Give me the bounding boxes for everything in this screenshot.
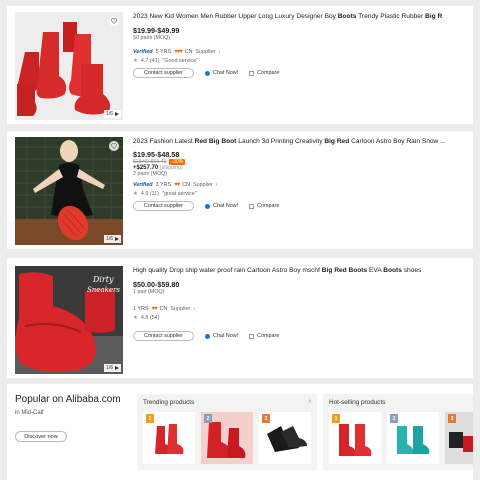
star-icon: ★ (133, 58, 138, 64)
product-title[interactable]: High quality Drop ship water proof rain … (133, 266, 467, 275)
verified-badge[interactable]: Verified (133, 49, 153, 55)
chat-icon (204, 70, 210, 76)
image-pager[interactable]: 1/6 (104, 235, 121, 243)
pager-count: 1/6 (106, 365, 113, 371)
popular-title: Popular on Alibaba.com (15, 394, 121, 405)
compare-checkbox[interactable]: Compare (249, 70, 279, 76)
product-image[interactable]: Dirty Sneakers 1/6 (15, 266, 123, 374)
supplier-rating: 4.9 (11) (140, 191, 160, 197)
trending-products-panel: Trending products › 1 2 3 (137, 394, 317, 470)
video-play-icon (115, 237, 119, 241)
star-icon: ★ (133, 315, 138, 321)
supplier-link[interactable]: Supplier (196, 49, 216, 55)
rank-badge: 2 (390, 414, 398, 423)
chat-now-button[interactable]: Chat Now! (199, 203, 244, 209)
big-red-boot-image: Dirty Sneakers (15, 266, 123, 374)
chevron-right-icon: › (218, 49, 221, 55)
chat-now-button[interactable]: Chat Now! (199, 333, 244, 339)
contact-supplier-button[interactable]: Contact supplier (133, 68, 194, 78)
red-boots-image (15, 12, 123, 120)
supplier-years: 1 YRS (133, 306, 149, 312)
pager-count: 1/6 (106, 111, 113, 117)
rank-badge: 3 (262, 414, 270, 423)
product-card: Dirty Sneakers 1/6 High quality Drop shi… (7, 258, 473, 378)
chat-icon (204, 203, 210, 209)
popular-section: Popular on Alibaba.com in Mid-Calf Disco… (7, 384, 473, 480)
favorite-heart-icon[interactable] (109, 16, 119, 26)
product-title[interactable]: 2023 New Kid Women Men Rubber Upper Long… (133, 12, 467, 21)
supplier-link[interactable]: Supplier (170, 306, 190, 312)
supplier-medal-icons: ♥♥ (174, 182, 180, 188)
product-price: $19.95-$48.58 (133, 150, 180, 159)
review-tag: "great service" (162, 191, 197, 197)
discover-now-button[interactable]: Discover now (15, 431, 67, 442)
supplier-medal-icons: ♥♥ (151, 306, 157, 312)
min-order: 1 pair (MOQ) (133, 289, 165, 295)
compare-checkbox[interactable]: Compare (249, 203, 279, 209)
checkbox-icon (249, 203, 255, 209)
supplier-medal-icons: ♥♥♥ (174, 49, 183, 55)
panel-title[interactable]: Hot-selling products (329, 399, 385, 406)
product-price: $19.99-$49.99 (133, 26, 180, 35)
contact-supplier-button[interactable]: Contact supplier (133, 201, 194, 211)
trending-tile[interactable]: 2 (201, 412, 253, 464)
supplier-country: CN (184, 49, 193, 55)
svg-text:Sneakers: Sneakers (87, 286, 120, 294)
checkbox-icon (249, 333, 255, 339)
panel-title[interactable]: Trending products (143, 399, 194, 406)
rank-badge: 1 (146, 414, 154, 423)
chevron-right-icon[interactable]: › (309, 398, 311, 405)
checkbox-icon (249, 70, 255, 76)
pager-count: 1/6 (106, 236, 113, 242)
hot-selling-tile[interactable]: 1 (329, 412, 381, 464)
product-card: 1/6 2023 Fashion Latest Red Big Boot Lau… (7, 131, 473, 249)
min-order: 2 pairs (MOQ) (133, 171, 168, 177)
hot-selling-panel: Hot-selling products 1 2 3 (323, 394, 473, 470)
popular-subtitle: in Mid-Calf (15, 410, 44, 416)
model-with-red-boot-image (15, 137, 123, 245)
contact-supplier-button[interactable]: Contact supplier (133, 331, 194, 341)
image-pager[interactable]: 1/6 (104, 364, 121, 372)
supplier-rating: 4.7 (41) (140, 58, 160, 64)
verified-badge[interactable]: Verified (133, 182, 153, 188)
favorite-heart-icon[interactable] (109, 141, 119, 151)
supplier-rating: 4.8 (54) (140, 315, 160, 321)
trending-tile[interactable]: 1 (143, 412, 195, 464)
supplier-country: CN (159, 306, 168, 312)
chat-icon (204, 333, 210, 339)
review-tag: "Good service" (162, 58, 199, 64)
rank-badge: 3 (448, 414, 456, 423)
rank-badge: 1 (332, 414, 340, 423)
video-play-icon (115, 112, 119, 116)
min-order: 50 pairs (MOQ) (133, 35, 171, 41)
product-card: 1/6 2023 New Kid Women Men Rubber Upper … (7, 6, 473, 124)
supplier-link[interactable]: Supplier (193, 182, 213, 188)
supplier-years: 5 YRS (155, 49, 172, 55)
supplier-country: CN (182, 182, 190, 188)
trending-tile[interactable]: 3 (259, 412, 311, 464)
hot-selling-tile[interactable]: 3 (445, 412, 473, 464)
chat-now-button[interactable]: Chat Now! (199, 70, 244, 76)
product-title[interactable]: 2023 Fashion Latest Red Big Boot Launch … (133, 137, 467, 146)
product-price: $50.00-$59.80 (133, 280, 180, 289)
watermark-logo: Dirty (92, 275, 114, 284)
product-image[interactable]: 1/6 (15, 12, 123, 120)
product-image[interactable]: 1/6 (15, 137, 123, 245)
star-icon: ★ (133, 191, 138, 197)
video-play-icon (115, 366, 119, 370)
rank-badge: 2 (204, 414, 212, 423)
supplier-years: 3 YRS (155, 182, 172, 188)
chevron-right-icon: › (193, 306, 195, 312)
hot-selling-tile[interactable]: 2 (387, 412, 439, 464)
image-pager[interactable]: 1/6 (104, 110, 121, 118)
compare-checkbox[interactable]: Compare (249, 333, 279, 339)
chevron-right-icon: › (215, 182, 218, 188)
